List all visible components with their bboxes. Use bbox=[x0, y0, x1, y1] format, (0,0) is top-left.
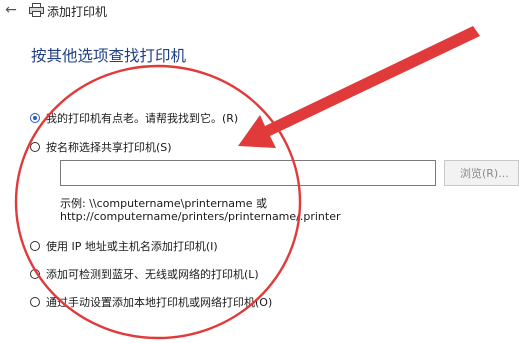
example-text-line2: http://computername/printers/printername… bbox=[60, 210, 341, 223]
back-arrow-icon[interactable]: ← bbox=[2, 1, 20, 19]
option-old-printer[interactable]: 我的打印机有点老。请帮我找到它。(R) bbox=[30, 110, 238, 126]
radio-ip-address[interactable] bbox=[30, 241, 40, 251]
option-manual-local-label: 通过手动设置添加本地打印机或网络打印机(O) bbox=[46, 296, 273, 309]
option-bluetooth-wireless[interactable]: 添加可检测到蓝牙、无线或网络的打印机(L) bbox=[30, 266, 259, 282]
option-bluetooth-wireless-label: 添加可检测到蓝牙、无线或网络的打印机(L) bbox=[46, 268, 259, 281]
example-text-line1: 示例: \\computername\printername 或 bbox=[60, 197, 268, 210]
radio-bluetooth-wireless[interactable] bbox=[30, 269, 40, 279]
radio-shared-by-name[interactable] bbox=[30, 142, 40, 152]
option-shared-by-name-label: 按名称选择共享打印机(S) bbox=[46, 141, 172, 154]
annotation-arrow-icon bbox=[238, 26, 480, 148]
browse-button[interactable]: 浏览(R)... bbox=[444, 160, 519, 186]
printer-icon bbox=[29, 3, 44, 17]
option-manual-local[interactable]: 通过手动设置添加本地打印机或网络打印机(O) bbox=[30, 294, 272, 310]
radio-manual-local[interactable] bbox=[30, 297, 40, 307]
option-ip-address-label: 使用 IP 地址或主机名添加打印机(I) bbox=[46, 240, 218, 253]
page-title: 按其他选项查找打印机 bbox=[31, 47, 187, 65]
window-title: 添加打印机 bbox=[47, 5, 108, 19]
shared-printer-path-input[interactable] bbox=[60, 160, 436, 186]
radio-old-printer[interactable] bbox=[30, 113, 40, 123]
option-shared-by-name[interactable]: 按名称选择共享打印机(S) bbox=[30, 139, 172, 155]
title-bar: ← 添加打印机 bbox=[0, 0, 519, 22]
option-old-printer-label: 我的打印机有点老。请帮我找到它。(R) bbox=[46, 112, 239, 125]
option-ip-address[interactable]: 使用 IP 地址或主机名添加打印机(I) bbox=[30, 238, 218, 254]
